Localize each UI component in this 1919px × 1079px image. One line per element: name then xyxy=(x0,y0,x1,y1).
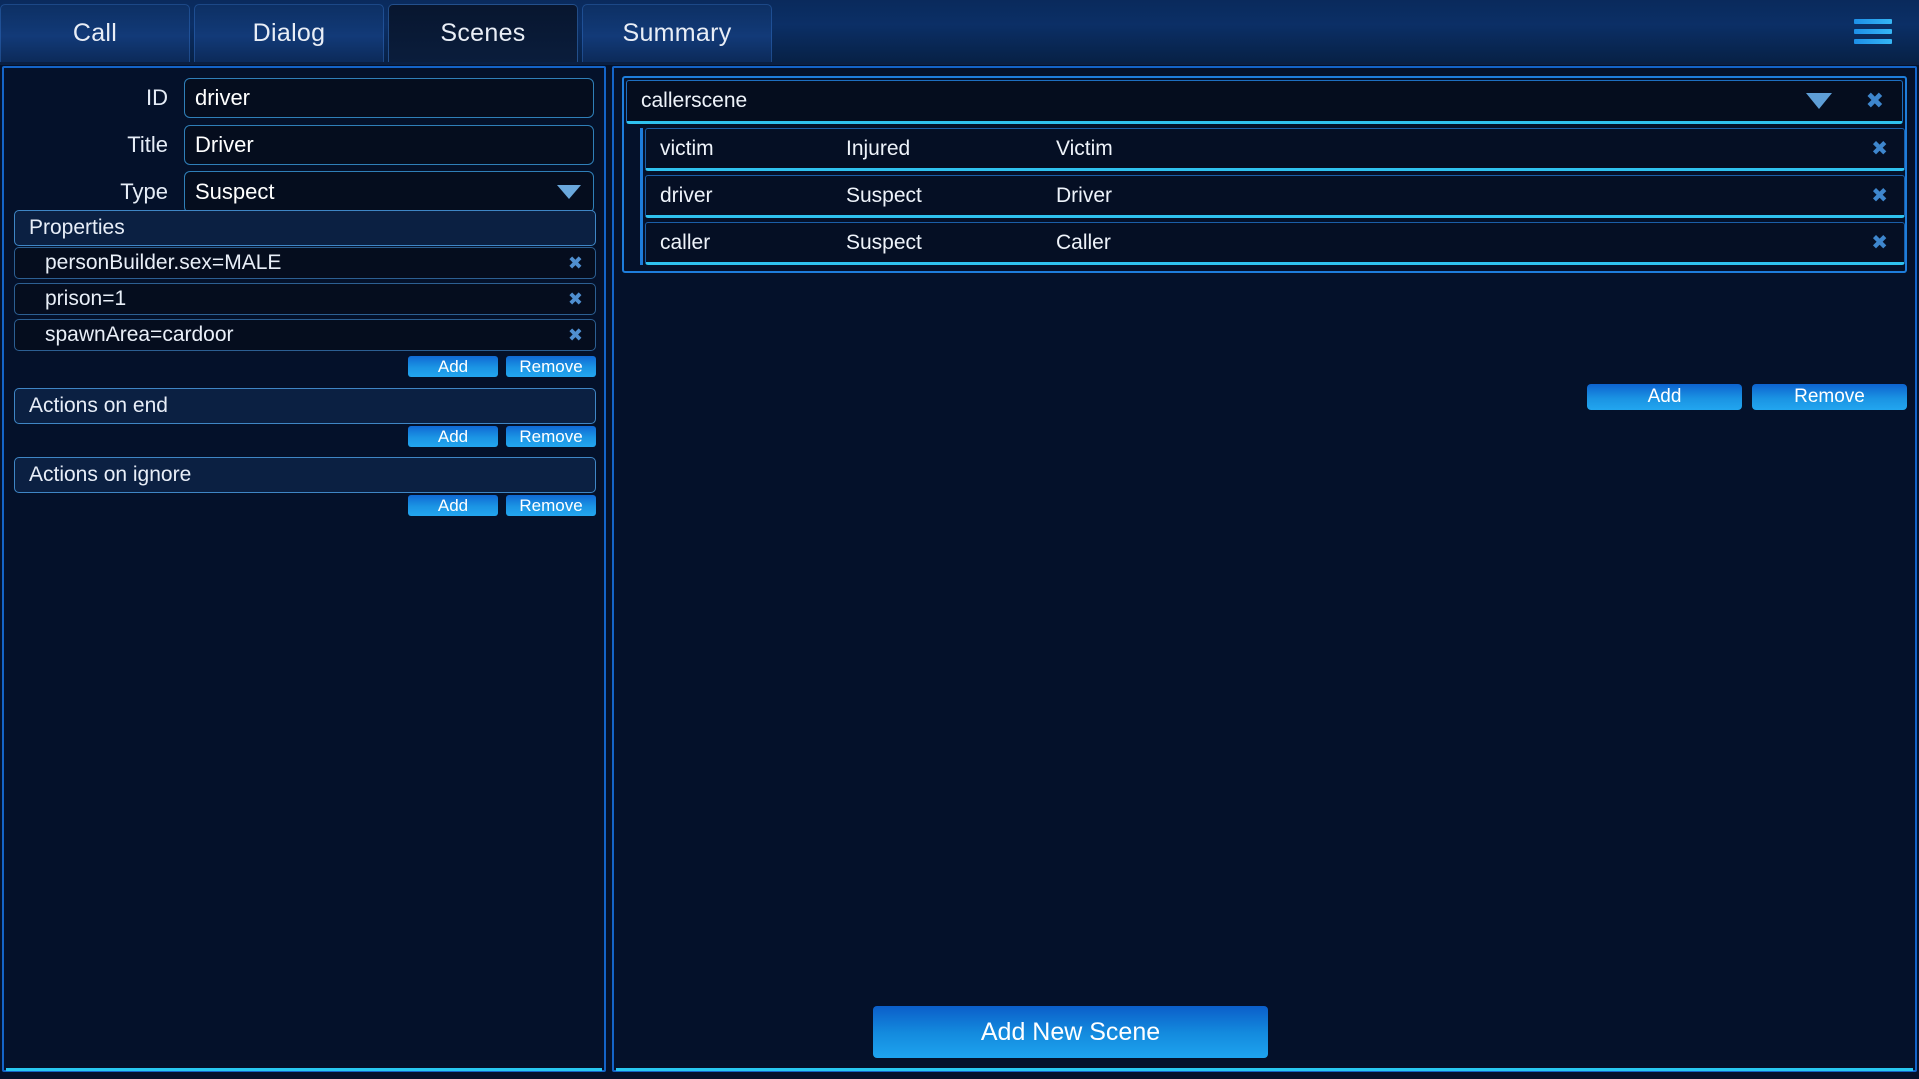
scene-selector[interactable]: callerscene ✖ xyxy=(626,80,1903,124)
chevron-down-icon xyxy=(557,185,581,199)
scene-group: callerscene ✖ victim Injured Victim ✖ dr… xyxy=(622,76,1907,273)
list-item-label: prison=1 xyxy=(45,287,127,310)
row-title: Caller xyxy=(1056,230,1111,254)
list-item-label: personBuilder.sex=MALE xyxy=(45,251,282,274)
row-title: Driver xyxy=(1056,183,1112,207)
delete-icon[interactable]: ✖ xyxy=(1866,90,1884,112)
tab-label: Call xyxy=(72,19,118,47)
add-new-scene-button[interactable]: Add New Scene xyxy=(873,1006,1268,1058)
row-type: Suspect xyxy=(846,183,922,207)
type-label: Type xyxy=(120,179,168,204)
tab-scenes[interactable]: Scenes xyxy=(388,4,578,62)
delete-icon[interactable]: ✖ xyxy=(1871,186,1888,206)
hamburger-menu-icon[interactable] xyxy=(1827,0,1919,62)
row-id: caller xyxy=(660,230,711,254)
field-row-title: Title xyxy=(4,123,604,167)
tab-label: Scenes xyxy=(440,19,526,47)
chevron-down-icon[interactable] xyxy=(1806,93,1832,109)
table-row[interactable]: caller Suspect Caller ✖ xyxy=(645,222,1905,265)
delete-icon[interactable]: ✖ xyxy=(568,290,583,308)
delete-icon[interactable]: ✖ xyxy=(1871,233,1888,253)
properties-add-button[interactable]: Add xyxy=(408,356,498,377)
row-type: Suspect xyxy=(846,230,922,254)
row-id: driver xyxy=(660,183,713,207)
tab-label: Summary xyxy=(622,19,732,47)
list-item[interactable]: spawnArea=cardoor ✖ xyxy=(14,319,596,351)
title-input[interactable] xyxy=(184,125,594,165)
section-title: Properties xyxy=(29,216,125,239)
section-header-properties: Properties xyxy=(14,210,596,246)
section-title: Actions on ignore xyxy=(29,463,192,486)
scene-list-panel: callerscene ✖ victim Injured Victim ✖ dr… xyxy=(612,66,1917,1072)
row-type: Injured xyxy=(846,136,911,160)
actions-on-end-button-row: Add Remove xyxy=(14,426,596,448)
list-item-label: spawnArea=cardoor xyxy=(45,323,234,346)
scene-add-button[interactable]: Add xyxy=(1587,384,1742,410)
title-label: Title xyxy=(127,132,168,157)
field-row-id: ID xyxy=(4,76,604,120)
hamburger-bar-1 xyxy=(1854,18,1892,24)
table-row[interactable]: driver Suspect Driver ✖ xyxy=(645,175,1905,218)
list-item[interactable]: personBuilder.sex=MALE ✖ xyxy=(14,247,596,279)
id-label: ID xyxy=(146,85,168,110)
scene-actor-list: victim Injured Victim ✖ driver Suspect D… xyxy=(640,128,1905,265)
actions-on-ignore-add-button[interactable]: Add xyxy=(408,495,498,516)
field-row-type: Type Suspect xyxy=(4,170,604,214)
hamburger-bar-3 xyxy=(1854,38,1892,44)
hamburger-bars xyxy=(1854,14,1892,49)
section-header-actions-on-end: Actions on end xyxy=(14,388,596,424)
app-root: Call Dialog Scenes Summary ID Title xyxy=(0,0,1919,1079)
scene-name: callerscene xyxy=(641,89,748,112)
table-row[interactable]: victim Injured Victim ✖ xyxy=(645,128,1905,171)
delete-icon[interactable]: ✖ xyxy=(568,326,583,344)
tab-label: Dialog xyxy=(252,19,326,47)
section-title: Actions on end xyxy=(29,394,168,417)
actions-on-ignore-button-row: Add Remove xyxy=(14,495,596,517)
tab-dialog[interactable]: Dialog xyxy=(194,4,384,62)
row-title: Victim xyxy=(1056,136,1113,160)
tab-bar-underline xyxy=(0,62,1919,65)
type-select[interactable]: Suspect xyxy=(184,171,594,213)
actions-on-end-remove-button[interactable]: Remove xyxy=(506,426,596,447)
scene-detail-panel: ID Title Type Suspect Properties personB… xyxy=(2,66,606,1072)
list-item[interactable]: prison=1 ✖ xyxy=(14,283,596,315)
scene-remove-button[interactable]: Remove xyxy=(1752,384,1907,410)
scene-actor-button-row: Add Remove xyxy=(1587,384,1907,410)
delete-icon[interactable]: ✖ xyxy=(1871,139,1888,159)
properties-button-row: Add Remove xyxy=(14,356,596,378)
type-select-value: Suspect xyxy=(195,179,275,204)
properties-remove-button[interactable]: Remove xyxy=(506,356,596,377)
actions-on-ignore-remove-button[interactable]: Remove xyxy=(506,495,596,516)
tab-summary[interactable]: Summary xyxy=(582,4,772,62)
actions-on-end-add-button[interactable]: Add xyxy=(408,426,498,447)
delete-icon[interactable]: ✖ xyxy=(568,254,583,272)
tab-call[interactable]: Call xyxy=(0,4,190,62)
hamburger-bar-2 xyxy=(1854,28,1892,34)
tab-bar: Call Dialog Scenes Summary xyxy=(0,0,1919,62)
section-header-actions-on-ignore: Actions on ignore xyxy=(14,457,596,493)
row-id: victim xyxy=(660,136,714,160)
id-input[interactable] xyxy=(184,78,594,118)
